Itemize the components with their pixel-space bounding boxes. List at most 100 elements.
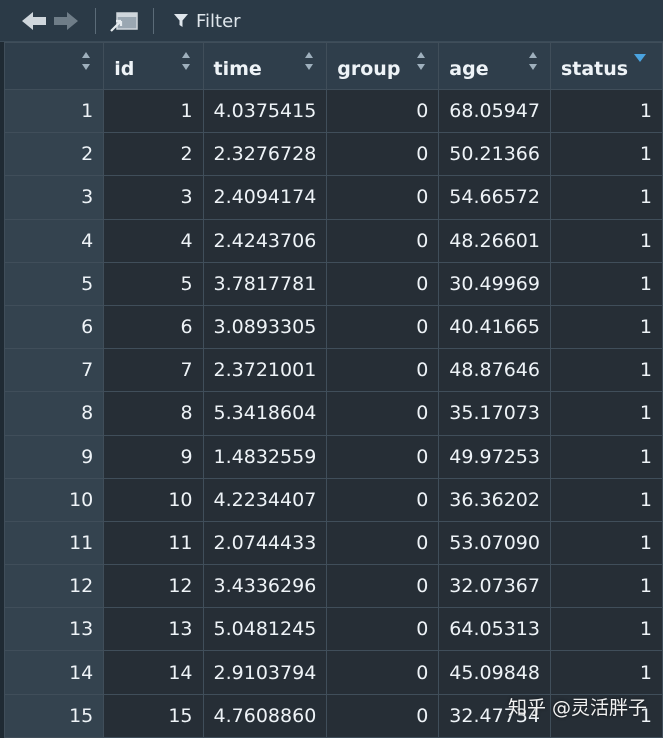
toolbar-divider	[153, 8, 154, 34]
table-row: 11112.0744433053.070901	[5, 521, 663, 564]
cell-status: 1	[550, 90, 662, 133]
column-header-id[interactable]: id	[104, 43, 203, 90]
cell-status: 1	[550, 219, 662, 262]
cell-id: 11	[104, 521, 203, 564]
cell-age: 36.36202	[439, 478, 551, 521]
cell-id: 15	[104, 694, 203, 737]
table-row: 553.7817781030.499691	[5, 262, 663, 305]
filter-button[interactable]: Filter	[174, 8, 241, 34]
cell-rownum: 13	[5, 608, 104, 651]
cell-time: 4.2234407	[203, 478, 327, 521]
column-header-label: status	[561, 58, 628, 80]
cell-id: 9	[104, 435, 203, 478]
column-header-rownum[interactable]	[5, 43, 104, 90]
cell-status: 1	[550, 392, 662, 435]
table-row: 222.3276728050.213661	[5, 133, 663, 176]
cell-time: 2.4094174	[203, 176, 327, 219]
cell-status: 1	[550, 176, 662, 219]
cell-group: 0	[327, 262, 439, 305]
cell-group: 0	[327, 608, 439, 651]
cell-group: 0	[327, 565, 439, 608]
cell-age: 48.87646	[439, 349, 551, 392]
table-row: 991.4832559049.972531	[5, 435, 663, 478]
column-header-label: age	[449, 58, 488, 80]
cell-status: 1	[550, 521, 662, 564]
cell-rownum: 6	[5, 305, 104, 348]
cell-group: 0	[327, 219, 439, 262]
cell-time: 3.4336296	[203, 565, 327, 608]
data-table: id time group age status 114.0375415068.…	[4, 42, 663, 738]
cell-age: 40.41665	[439, 305, 551, 348]
cell-time: 5.3418604	[203, 392, 327, 435]
cell-status: 1	[550, 651, 662, 694]
cell-rownum: 15	[5, 694, 104, 737]
table-row: 10104.2234407036.362021	[5, 478, 663, 521]
table-row: 114.0375415068.059471	[5, 90, 663, 133]
cell-rownum: 12	[5, 565, 104, 608]
cell-group: 0	[327, 694, 439, 737]
cell-id: 8	[104, 392, 203, 435]
cell-rownum: 14	[5, 651, 104, 694]
cell-group: 0	[327, 521, 439, 564]
cell-time: 2.9103794	[203, 651, 327, 694]
cell-id: 2	[104, 133, 203, 176]
table-row: 663.0893305040.416651	[5, 305, 663, 348]
filter-funnel-icon	[174, 14, 188, 28]
cell-status: 1	[550, 478, 662, 521]
sort-arrows-icon	[416, 51, 426, 71]
column-header-label: id	[114, 58, 134, 80]
table-row: 332.4094174054.665721	[5, 176, 663, 219]
cell-rownum: 1	[5, 90, 104, 133]
cell-age: 53.07090	[439, 521, 551, 564]
cell-group: 0	[327, 349, 439, 392]
cell-age: 48.26601	[439, 219, 551, 262]
table-row: 772.3721001048.876461	[5, 349, 663, 392]
column-header-label: time	[214, 58, 262, 80]
cell-id: 12	[104, 565, 203, 608]
sort-arrows-icon	[81, 51, 91, 71]
column-header-status[interactable]: status	[550, 43, 662, 90]
cell-age: 45.09848	[439, 651, 551, 694]
cell-age: 32.07367	[439, 565, 551, 608]
cell-group: 0	[327, 90, 439, 133]
column-header-time[interactable]: time	[203, 43, 327, 90]
cell-group: 0	[327, 478, 439, 521]
cell-rownum: 3	[5, 176, 104, 219]
cell-status: 1	[550, 133, 662, 176]
cell-time: 5.0481245	[203, 608, 327, 651]
table-row: 12123.4336296032.073671	[5, 565, 663, 608]
popout-window-icon[interactable]	[109, 9, 141, 33]
cell-status: 1	[550, 349, 662, 392]
cell-id: 5	[104, 262, 203, 305]
cell-time: 2.0744433	[203, 521, 327, 564]
cell-age: 30.49969	[439, 262, 551, 305]
cell-age: 68.05947	[439, 90, 551, 133]
column-header-group[interactable]: group	[327, 43, 439, 90]
filter-label: Filter	[196, 11, 241, 32]
table-row: 885.3418604035.170731	[5, 392, 663, 435]
sort-arrows-icon	[181, 51, 191, 71]
table-row: 442.4243706048.266011	[5, 219, 663, 262]
cell-id: 1	[104, 90, 203, 133]
table-row: 13135.0481245064.053131	[5, 608, 663, 651]
watermark-text: 知乎 @灵活胖子	[508, 693, 647, 720]
cell-group: 0	[327, 392, 439, 435]
back-arrow-icon[interactable]	[20, 9, 48, 33]
cell-time: 4.0375415	[203, 90, 327, 133]
watermark: 知乎 @灵活胖子	[508, 693, 647, 720]
cell-age: 50.21366	[439, 133, 551, 176]
cell-rownum: 9	[5, 435, 104, 478]
cell-status: 1	[550, 608, 662, 651]
sort-arrows-icon	[528, 51, 538, 71]
viewer-toolbar: Filter	[0, 0, 663, 42]
cell-group: 0	[327, 651, 439, 694]
cell-rownum: 8	[5, 392, 104, 435]
cell-status: 1	[550, 262, 662, 305]
cell-group: 0	[327, 435, 439, 478]
cell-id: 4	[104, 219, 203, 262]
forward-arrow-icon[interactable]	[52, 9, 80, 33]
column-header-age[interactable]: age	[439, 43, 551, 90]
cell-rownum: 2	[5, 133, 104, 176]
cell-group: 0	[327, 133, 439, 176]
header-row: id time group age status	[5, 43, 663, 90]
